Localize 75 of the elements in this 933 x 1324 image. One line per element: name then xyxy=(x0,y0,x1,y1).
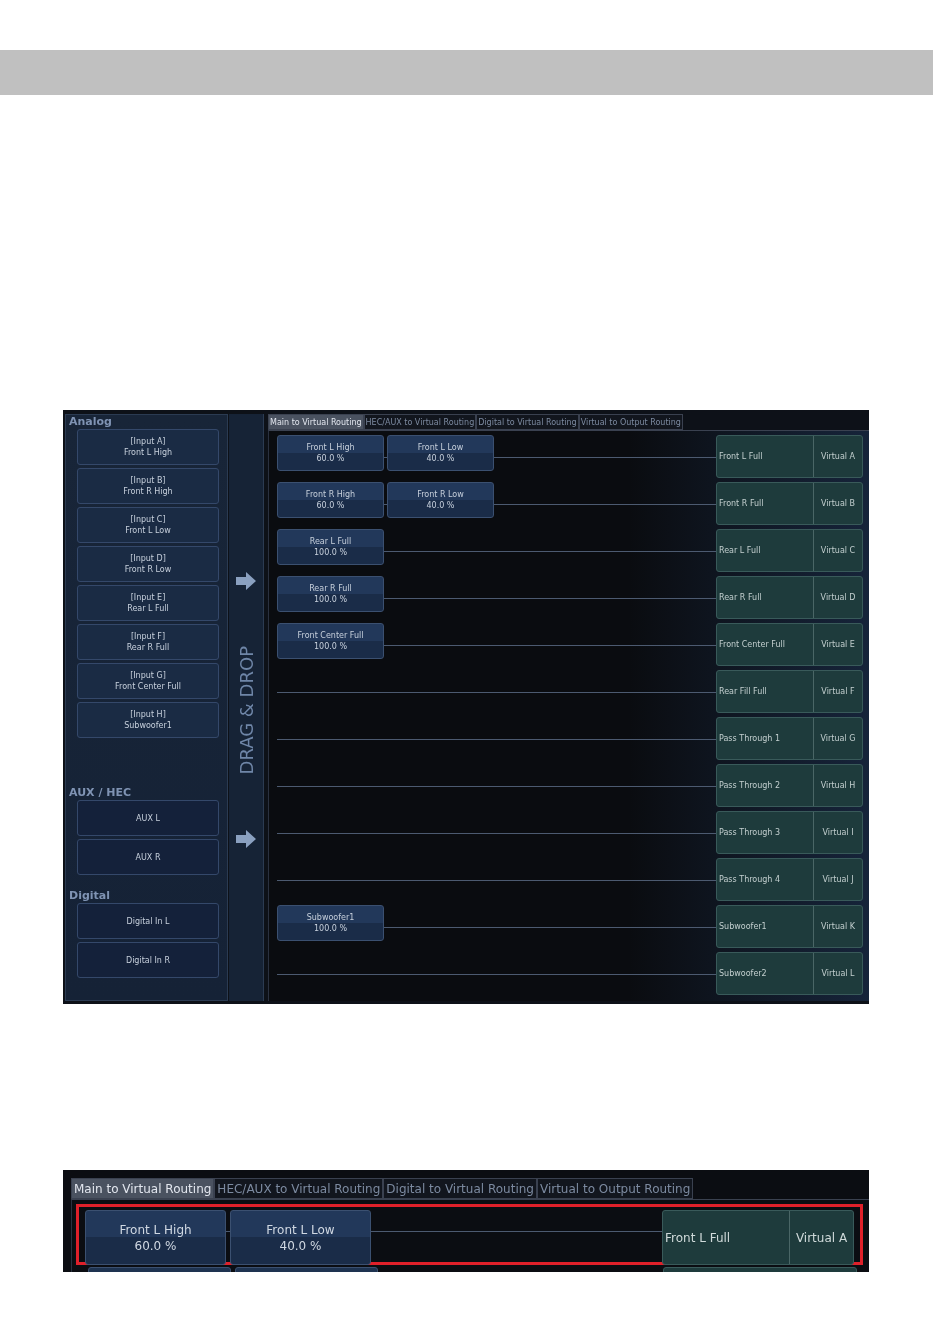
channel-name: Front R Full xyxy=(718,498,765,510)
input-tile[interactable]: AUX R xyxy=(77,839,219,875)
virtual-channel-tile[interactable]: Rear L Full Virtual C xyxy=(716,529,863,572)
virtual-label: Virtual G xyxy=(813,718,862,759)
virtual-label: Virtual D xyxy=(813,577,862,618)
channel-name: Front Center Full xyxy=(718,639,786,651)
tab[interactable]: HEC/AUX to Virtual Routing xyxy=(214,1178,384,1199)
channel-name: Rear L Full xyxy=(718,545,762,557)
channel-name: Pass Through 2 xyxy=(718,780,782,792)
virtual-label: Virtual B xyxy=(813,483,862,524)
tab[interactable]: Main to Virtual Routing xyxy=(71,1178,215,1199)
virtual-channel-tile[interactable]: Front L Full Virtual A xyxy=(662,1210,854,1265)
input-tile[interactable]: AUX L xyxy=(77,800,219,836)
channel-name: Subwoofer1 xyxy=(718,921,768,933)
section-title: Analog xyxy=(68,415,113,429)
virtual-label: Virtual A xyxy=(813,436,862,477)
virtual-channel-tile[interactable]: Front R Full Virtual B xyxy=(716,482,863,525)
virtual-label: Virtual F xyxy=(813,671,862,712)
virtual-label: Virtual H xyxy=(813,765,862,806)
input-tile[interactable]: [Input G] Front Center Full xyxy=(77,663,219,699)
right-arrow-icon xyxy=(236,830,256,849)
virtual-label: Virtual I xyxy=(813,812,862,853)
source-tile[interactable]: Front L High 60.0 % xyxy=(85,1210,226,1265)
virtual-label: Virtual C xyxy=(813,530,862,571)
virtual-channel-tile[interactable]: Subwoofer2 Virtual L xyxy=(716,952,863,995)
input-tile[interactable]: [Input H] Subwoofer1 xyxy=(77,702,219,738)
input-tile[interactable]: Digital In L xyxy=(77,903,219,939)
input-tile[interactable]: [Input D] Front R Low xyxy=(77,546,219,582)
channel-name: Pass Through 4 xyxy=(718,874,782,886)
source-tile[interactable]: Front R Low 40.0 % xyxy=(387,482,494,518)
source-tile[interactable]: Subwoofer1 100.0 % xyxy=(277,905,384,941)
section-title: Digital xyxy=(68,889,111,903)
input-tile[interactable]: [Input E] Rear L Full xyxy=(77,585,219,621)
channel-name: Rear Fill Full xyxy=(718,686,768,698)
virtual-channel-tile[interactable]: Pass Through 2 Virtual H xyxy=(716,764,863,807)
source-tile[interactable]: Front Center Full 100.0 % xyxy=(277,623,384,659)
virtual-channel-tile[interactable]: Subwoofer1 Virtual K xyxy=(716,905,863,948)
input-tile[interactable]: [Input B] Front R High xyxy=(77,468,219,504)
virtual-label: Virtual L xyxy=(813,953,862,994)
tab[interactable]: Digital to Virtual Routing xyxy=(476,414,579,430)
source-tile[interactable]: Front L High 60.0 % xyxy=(277,435,384,471)
input-tile[interactable]: Digital In R xyxy=(77,942,219,978)
input-tile[interactable]: [Input F] Rear R Full xyxy=(77,624,219,660)
virtual-label: Virtual J xyxy=(813,859,862,900)
tab[interactable]: HEC/AUX to Virtual Routing xyxy=(363,414,477,430)
virtual-channel-tile[interactable]: Pass Through 1 Virtual G xyxy=(716,717,863,760)
drag-drop-label: DRAG & DROP xyxy=(235,646,257,775)
tab[interactable]: Main to Virtual Routing xyxy=(268,414,364,430)
virtual-channel-tile[interactable]: Rear Fill Full Virtual F xyxy=(716,670,863,713)
virtual-label: Virtual E xyxy=(813,624,862,665)
source-tile[interactable]: Front L Low 40.0 % xyxy=(387,435,494,471)
channel-name: Front L Full xyxy=(718,451,764,463)
virtual-channel-tile[interactable]: Front Center Full Virtual E xyxy=(716,623,863,666)
channel-name: Rear R Full xyxy=(718,592,763,604)
virtual-channel-tile[interactable]: Pass Through 4 Virtual J xyxy=(716,858,863,901)
virtual-channel-tile[interactable]: Rear R Full Virtual D xyxy=(716,576,863,619)
virtual-label: Virtual K xyxy=(813,906,862,947)
section-title: AUX / HEC xyxy=(68,786,133,800)
channel-name: Front L Full xyxy=(664,1229,732,1247)
source-tile[interactable]: Rear R Full 100.0 % xyxy=(277,576,384,612)
source-tile[interactable]: Front L Low 40.0 % xyxy=(230,1210,371,1265)
tab[interactable]: Virtual to Output Routing xyxy=(536,1178,694,1199)
right-arrow-icon xyxy=(236,572,256,590)
channel-name: Pass Through 1 xyxy=(718,733,782,745)
virtual-channel-tile[interactable]: Pass Through 3 Virtual I xyxy=(716,811,863,854)
tab[interactable]: Virtual to Output Routing xyxy=(578,414,683,430)
channel-name: Pass Through 3 xyxy=(718,827,782,839)
input-tile[interactable]: [Input A] Front L High xyxy=(77,429,219,465)
channel-name: Subwoofer2 xyxy=(718,968,768,980)
virtual-label: Virtual A xyxy=(789,1211,853,1264)
input-tile[interactable]: [Input C] Front L Low xyxy=(77,507,219,543)
source-tile[interactable]: Rear L Full 100.0 % xyxy=(277,529,384,565)
tab[interactable]: Digital to Virtual Routing xyxy=(383,1178,537,1199)
source-tile[interactable]: Front R High 60.0 % xyxy=(277,482,384,518)
virtual-channel-tile[interactable]: Front L Full Virtual A xyxy=(716,435,863,478)
